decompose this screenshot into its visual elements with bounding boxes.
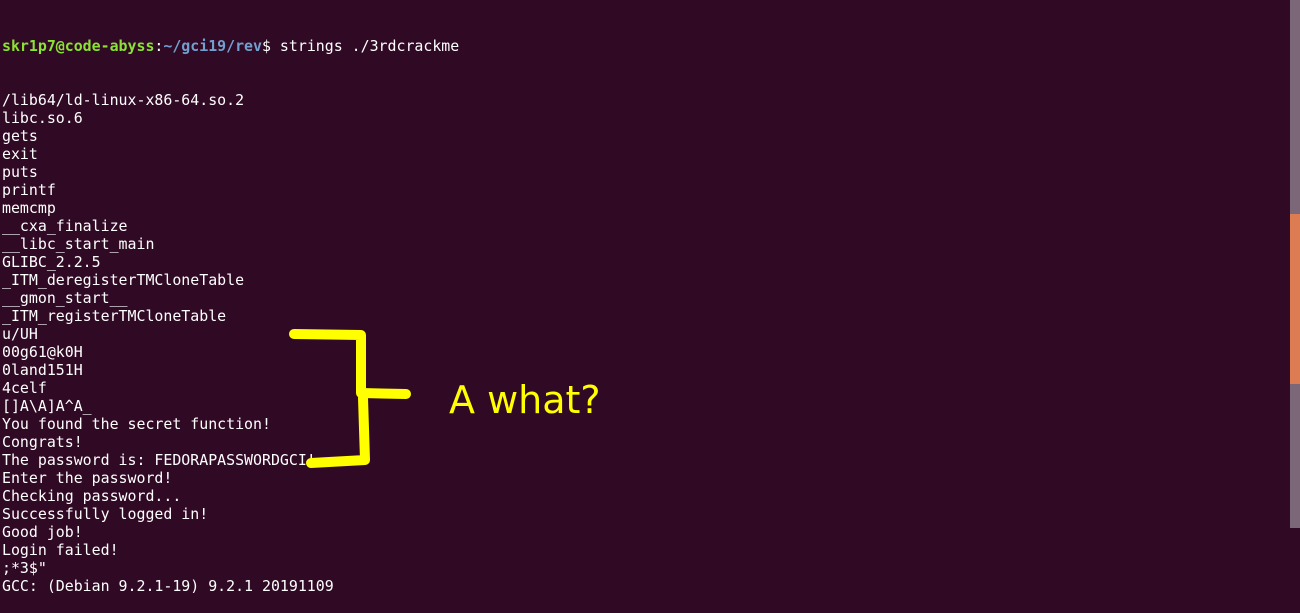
yellow-bracket-annotation — [289, 329, 411, 468]
output-line: Login failed! — [2, 541, 119, 559]
output-line: ;*3$" — [2, 559, 47, 577]
annotation-text: A what? — [449, 378, 601, 422]
output-line: GCC: (Debian 9.2.1-19) 9.2.1 20191109 — [2, 577, 334, 595]
bracket-lower-stroke — [306, 393, 370, 468]
scrollbar-thumb[interactable] — [1290, 214, 1300, 384]
bracket-upper-stroke — [289, 329, 411, 399]
